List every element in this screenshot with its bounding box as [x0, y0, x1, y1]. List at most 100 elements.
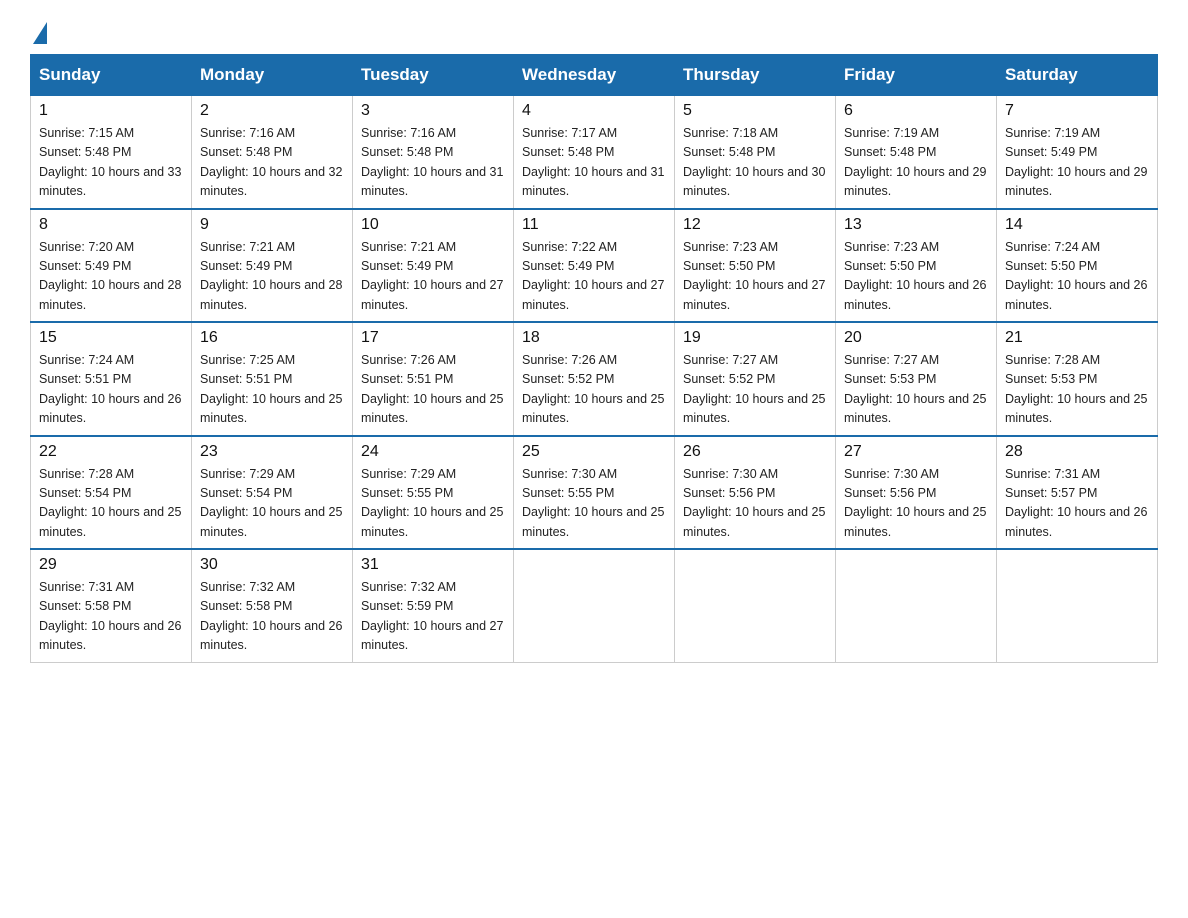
calendar-cell: 3 Sunrise: 7:16 AMSunset: 5:48 PMDaylight…	[353, 96, 514, 209]
day-info: Sunrise: 7:28 AMSunset: 5:54 PMDaylight:…	[39, 465, 183, 543]
day-number: 26	[683, 443, 827, 461]
day-info: Sunrise: 7:30 AMSunset: 5:56 PMDaylight:…	[683, 465, 827, 543]
calendar-cell: 20 Sunrise: 7:27 AMSunset: 5:53 PMDayligh…	[836, 322, 997, 436]
calendar-cell: 27 Sunrise: 7:30 AMSunset: 5:56 PMDayligh…	[836, 436, 997, 550]
calendar-cell: 25 Sunrise: 7:30 AMSunset: 5:55 PMDayligh…	[514, 436, 675, 550]
day-number: 3	[361, 102, 505, 120]
day-number: 1	[39, 102, 183, 120]
calendar-cell: 5Sunrise: 7:18 AMSunset: 5:48 PMDaylight…	[675, 96, 836, 209]
day-number: 25	[522, 443, 666, 461]
calendar-cell	[514, 549, 675, 662]
calendar-cell: 8 Sunrise: 7:20 AMSunset: 5:49 PMDaylight…	[31, 209, 192, 323]
day-info: Sunrise: 7:19 AMSunset: 5:49 PMDaylight:…	[1005, 124, 1149, 202]
day-info: Sunrise: 7:22 AMSunset: 5:49 PMDaylight:…	[522, 238, 666, 316]
calendar-cell: 21Sunrise: 7:28 AMSunset: 5:53 PMDayligh…	[997, 322, 1158, 436]
calendar-cell: 15 Sunrise: 7:24 AMSunset: 5:51 PMDayligh…	[31, 322, 192, 436]
week-row-4: 22Sunrise: 7:28 AMSunset: 5:54 PMDayligh…	[31, 436, 1158, 550]
header-cell-friday: Friday	[836, 55, 997, 96]
day-info: Sunrise: 7:21 AMSunset: 5:49 PMDaylight:…	[361, 238, 505, 316]
day-info: Sunrise: 7:26 AMSunset: 5:51 PMDaylight:…	[361, 351, 505, 429]
header-cell-monday: Monday	[192, 55, 353, 96]
calendar-cell: 16Sunrise: 7:25 AMSunset: 5:51 PMDayligh…	[192, 322, 353, 436]
day-number: 10	[361, 216, 505, 234]
day-number: 6	[844, 102, 988, 120]
week-row-5: 29 Sunrise: 7:31 AMSunset: 5:58 PMDayligh…	[31, 549, 1158, 662]
day-info: Sunrise: 7:20 AMSunset: 5:49 PMDaylight:…	[39, 238, 183, 316]
page-header	[30, 20, 1158, 44]
calendar-cell: 18 Sunrise: 7:26 AMSunset: 5:52 PMDayligh…	[514, 322, 675, 436]
day-info: Sunrise: 7:15 AMSunset: 5:48 PMDaylight:…	[39, 124, 183, 202]
day-number: 16	[200, 329, 344, 347]
day-number: 18	[522, 329, 666, 347]
calendar-cell: 14 Sunrise: 7:24 AMSunset: 5:50 PMDayligh…	[997, 209, 1158, 323]
day-number: 5	[683, 102, 827, 120]
calendar-cell	[675, 549, 836, 662]
day-number: 11	[522, 216, 666, 234]
day-number: 24	[361, 443, 505, 461]
day-info: Sunrise: 7:29 AMSunset: 5:54 PMDaylight:…	[200, 465, 344, 543]
day-number: 29	[39, 556, 183, 574]
calendar-cell: 24Sunrise: 7:29 AMSunset: 5:55 PMDayligh…	[353, 436, 514, 550]
calendar-cell: 17 Sunrise: 7:26 AMSunset: 5:51 PMDayligh…	[353, 322, 514, 436]
day-number: 7	[1005, 102, 1149, 120]
day-number: 17	[361, 329, 505, 347]
day-number: 14	[1005, 216, 1149, 234]
day-number: 30	[200, 556, 344, 574]
day-number: 27	[844, 443, 988, 461]
day-info: Sunrise: 7:19 AMSunset: 5:48 PMDaylight:…	[844, 124, 988, 202]
calendar-cell: 6 Sunrise: 7:19 AMSunset: 5:48 PMDaylight…	[836, 96, 997, 209]
calendar-cell: 22Sunrise: 7:28 AMSunset: 5:54 PMDayligh…	[31, 436, 192, 550]
calendar-cell: 23 Sunrise: 7:29 AMSunset: 5:54 PMDayligh…	[192, 436, 353, 550]
logo	[30, 20, 47, 44]
day-info: Sunrise: 7:23 AMSunset: 5:50 PMDaylight:…	[683, 238, 827, 316]
header-cell-thursday: Thursday	[675, 55, 836, 96]
day-number: 31	[361, 556, 505, 574]
day-number: 15	[39, 329, 183, 347]
header-cell-tuesday: Tuesday	[353, 55, 514, 96]
day-info: Sunrise: 7:31 AMSunset: 5:58 PMDaylight:…	[39, 578, 183, 656]
day-info: Sunrise: 7:23 AMSunset: 5:50 PMDaylight:…	[844, 238, 988, 316]
header-cell-saturday: Saturday	[997, 55, 1158, 96]
day-number: 2	[200, 102, 344, 120]
calendar-body: 1 Sunrise: 7:15 AMSunset: 5:48 PMDaylight…	[31, 96, 1158, 663]
calendar-cell: 11 Sunrise: 7:22 AMSunset: 5:49 PMDayligh…	[514, 209, 675, 323]
day-info: Sunrise: 7:30 AMSunset: 5:56 PMDaylight:…	[844, 465, 988, 543]
day-number: 28	[1005, 443, 1149, 461]
calendar-cell	[836, 549, 997, 662]
day-info: Sunrise: 7:21 AMSunset: 5:49 PMDaylight:…	[200, 238, 344, 316]
day-number: 8	[39, 216, 183, 234]
calendar-cell: 28Sunrise: 7:31 AMSunset: 5:57 PMDayligh…	[997, 436, 1158, 550]
logo-triangle-icon	[33, 22, 47, 44]
day-info: Sunrise: 7:24 AMSunset: 5:51 PMDaylight:…	[39, 351, 183, 429]
week-row-2: 8 Sunrise: 7:20 AMSunset: 5:49 PMDaylight…	[31, 209, 1158, 323]
day-info: Sunrise: 7:32 AMSunset: 5:58 PMDaylight:…	[200, 578, 344, 656]
calendar-cell: 2 Sunrise: 7:16 AMSunset: 5:48 PMDaylight…	[192, 96, 353, 209]
calendar-cell: 10 Sunrise: 7:21 AMSunset: 5:49 PMDayligh…	[353, 209, 514, 323]
calendar-cell: 7 Sunrise: 7:19 AMSunset: 5:49 PMDaylight…	[997, 96, 1158, 209]
calendar-cell: 30 Sunrise: 7:32 AMSunset: 5:58 PMDayligh…	[192, 549, 353, 662]
day-info: Sunrise: 7:24 AMSunset: 5:50 PMDaylight:…	[1005, 238, 1149, 316]
calendar-cell: 9Sunrise: 7:21 AMSunset: 5:49 PMDaylight…	[192, 209, 353, 323]
day-info: Sunrise: 7:27 AMSunset: 5:52 PMDaylight:…	[683, 351, 827, 429]
day-number: 23	[200, 443, 344, 461]
day-info: Sunrise: 7:16 AMSunset: 5:48 PMDaylight:…	[361, 124, 505, 202]
day-number: 20	[844, 329, 988, 347]
day-info: Sunrise: 7:26 AMSunset: 5:52 PMDaylight:…	[522, 351, 666, 429]
calendar-cell: 19 Sunrise: 7:27 AMSunset: 5:52 PMDayligh…	[675, 322, 836, 436]
day-number: 13	[844, 216, 988, 234]
day-info: Sunrise: 7:17 AMSunset: 5:48 PMDaylight:…	[522, 124, 666, 202]
calendar-cell: 12Sunrise: 7:23 AMSunset: 5:50 PMDayligh…	[675, 209, 836, 323]
header-cell-sunday: Sunday	[31, 55, 192, 96]
day-info: Sunrise: 7:30 AMSunset: 5:55 PMDaylight:…	[522, 465, 666, 543]
day-info: Sunrise: 7:27 AMSunset: 5:53 PMDaylight:…	[844, 351, 988, 429]
calendar-cell: 31Sunrise: 7:32 AMSunset: 5:59 PMDayligh…	[353, 549, 514, 662]
week-row-1: 1 Sunrise: 7:15 AMSunset: 5:48 PMDaylight…	[31, 96, 1158, 209]
calendar-cell: 26 Sunrise: 7:30 AMSunset: 5:56 PMDayligh…	[675, 436, 836, 550]
day-info: Sunrise: 7:16 AMSunset: 5:48 PMDaylight:…	[200, 124, 344, 202]
calendar-table: SundayMondayTuesdayWednesdayThursdayFrid…	[30, 54, 1158, 663]
day-number: 21	[1005, 329, 1149, 347]
header-row: SundayMondayTuesdayWednesdayThursdayFrid…	[31, 55, 1158, 96]
calendar-cell: 13 Sunrise: 7:23 AMSunset: 5:50 PMDayligh…	[836, 209, 997, 323]
calendar-cell: 1 Sunrise: 7:15 AMSunset: 5:48 PMDaylight…	[31, 96, 192, 209]
day-number: 19	[683, 329, 827, 347]
